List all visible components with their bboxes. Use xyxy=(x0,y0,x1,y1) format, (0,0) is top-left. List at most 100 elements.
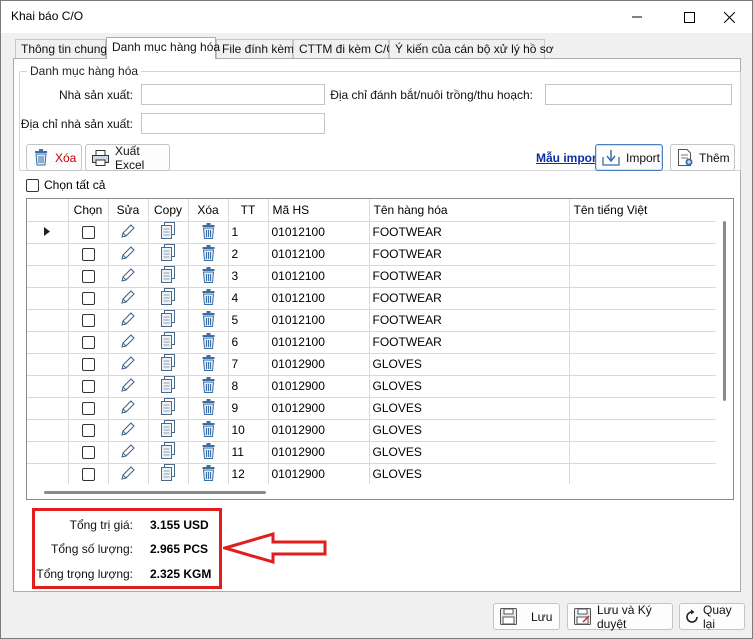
row-select-cell[interactable] xyxy=(68,419,109,442)
table-row[interactable]: 2 01012100 FOOTWEAR xyxy=(27,243,720,266)
row-header[interactable] xyxy=(27,221,69,244)
pencil-icon[interactable] xyxy=(120,289,136,308)
column-header-tt[interactable]: TT xyxy=(228,199,269,222)
table-row[interactable]: 7 01012900 GLOVES xyxy=(27,353,720,376)
trash-icon[interactable] xyxy=(201,222,216,242)
back-button[interactable]: Quay lại xyxy=(679,603,745,631)
column-header-copy[interactable]: Copy xyxy=(148,199,189,222)
trash-icon[interactable] xyxy=(201,310,216,330)
manufacturer-address-input[interactable] xyxy=(141,113,325,134)
row-select-checkbox[interactable] xyxy=(81,446,95,460)
row-select-cell[interactable] xyxy=(68,287,109,310)
trash-icon[interactable] xyxy=(201,420,216,440)
row-select-cell[interactable] xyxy=(68,243,109,266)
copy-icon[interactable] xyxy=(160,332,176,352)
close-button[interactable] xyxy=(706,1,752,33)
export-excel-button[interactable]: Xuất Excel xyxy=(85,144,170,172)
row-select-cell[interactable] xyxy=(68,331,109,354)
trash-icon[interactable] xyxy=(201,442,216,462)
row-header[interactable] xyxy=(27,397,69,420)
row-delete-cell[interactable] xyxy=(188,353,229,376)
row-delete-cell[interactable] xyxy=(188,419,229,442)
table-row[interactable]: 4 01012100 FOOTWEAR xyxy=(27,287,720,310)
column-header-select[interactable]: Chọn xyxy=(68,199,109,222)
table-row[interactable]: 11 01012900 GLOVES xyxy=(27,441,720,464)
pencil-icon[interactable] xyxy=(120,333,136,352)
add-button[interactable]: Thêm xyxy=(670,144,735,171)
copy-icon[interactable] xyxy=(160,310,176,330)
row-select-checkbox[interactable] xyxy=(81,424,95,438)
trash-icon[interactable] xyxy=(201,354,216,374)
row-select-checkbox[interactable] xyxy=(81,468,95,482)
row-select-cell[interactable] xyxy=(68,375,109,398)
manufacturer-input[interactable] xyxy=(141,84,325,105)
row-copy-cell[interactable] xyxy=(148,309,189,332)
row-select-cell[interactable] xyxy=(68,265,109,288)
table-row[interactable]: 12 01012900 GLOVES xyxy=(27,463,720,486)
trash-icon[interactable] xyxy=(201,398,216,418)
copy-icon[interactable] xyxy=(160,398,176,418)
row-copy-cell[interactable] xyxy=(148,331,189,354)
row-edit-cell[interactable] xyxy=(108,353,149,376)
pencil-icon[interactable] xyxy=(120,311,136,330)
row-select-cell[interactable] xyxy=(68,309,109,332)
trash-icon[interactable] xyxy=(201,332,216,352)
row-copy-cell[interactable] xyxy=(148,441,189,464)
column-header-goods-name[interactable]: Tên hàng hóa xyxy=(369,199,570,222)
save-button[interactable]: Lưu xyxy=(493,603,560,630)
row-select-checkbox[interactable] xyxy=(81,292,95,306)
row-header[interactable] xyxy=(27,353,69,376)
column-header-vietnamese-name[interactable]: Tên tiếng Việt xyxy=(569,199,720,222)
table-row[interactable]: 6 01012100 FOOTWEAR xyxy=(27,331,720,354)
row-edit-cell[interactable] xyxy=(108,375,149,398)
row-header[interactable] xyxy=(27,419,69,442)
row-copy-cell[interactable] xyxy=(148,265,189,288)
row-delete-cell[interactable] xyxy=(188,397,229,420)
import-button[interactable]: Import xyxy=(595,144,663,171)
tab-general-info[interactable]: Thông tin chung xyxy=(15,39,107,59)
row-select-checkbox[interactable] xyxy=(81,314,95,328)
trash-icon[interactable] xyxy=(201,266,216,286)
row-select-cell[interactable] xyxy=(68,463,109,486)
row-select-checkbox[interactable] xyxy=(81,336,95,350)
row-select-cell[interactable] xyxy=(68,221,109,244)
row-edit-cell[interactable] xyxy=(108,331,149,354)
row-edit-cell[interactable] xyxy=(108,265,149,288)
copy-icon[interactable] xyxy=(160,464,176,484)
row-delete-cell[interactable] xyxy=(188,221,229,244)
row-select-checkbox[interactable] xyxy=(81,358,95,372)
row-delete-cell[interactable] xyxy=(188,287,229,310)
row-copy-cell[interactable] xyxy=(148,375,189,398)
origin-address-input[interactable] xyxy=(545,84,732,105)
row-delete-cell[interactable] xyxy=(188,265,229,288)
row-header[interactable] xyxy=(27,309,69,332)
copy-icon[interactable] xyxy=(160,288,176,308)
row-copy-cell[interactable] xyxy=(148,463,189,486)
trash-icon[interactable] xyxy=(201,244,216,264)
copy-icon[interactable] xyxy=(160,442,176,462)
row-copy-cell[interactable] xyxy=(148,243,189,266)
column-header-edit[interactable]: Sửa xyxy=(108,199,149,222)
column-header-hs-code[interactable]: Mã HS xyxy=(268,199,370,222)
save-and-sign-button[interactable]: Lưu và Ký duyệt xyxy=(567,603,673,631)
copy-icon[interactable] xyxy=(160,244,176,264)
row-copy-cell[interactable] xyxy=(148,419,189,442)
delete-button[interactable]: Xóa xyxy=(26,144,82,171)
trash-icon[interactable] xyxy=(201,376,216,396)
row-edit-cell[interactable] xyxy=(108,309,149,332)
vertical-scroll-thumb[interactable] xyxy=(723,221,726,401)
row-select-checkbox[interactable] xyxy=(81,248,95,262)
pencil-icon[interactable] xyxy=(120,465,136,484)
table-row[interactable]: 3 01012100 FOOTWEAR xyxy=(27,265,720,288)
row-edit-cell[interactable] xyxy=(108,419,149,442)
column-header-delete[interactable]: Xóa xyxy=(188,199,229,222)
row-delete-cell[interactable] xyxy=(188,243,229,266)
row-delete-cell[interactable] xyxy=(188,309,229,332)
pencil-icon[interactable] xyxy=(120,421,136,440)
table-row[interactable]: 1 01012100 FOOTWEAR xyxy=(27,221,720,244)
row-select-checkbox[interactable] xyxy=(81,226,95,240)
row-select-checkbox[interactable] xyxy=(81,380,95,394)
row-header[interactable] xyxy=(27,463,69,486)
pencil-icon[interactable] xyxy=(120,223,136,242)
table-row[interactable]: 10 01012900 GLOVES xyxy=(27,419,720,442)
